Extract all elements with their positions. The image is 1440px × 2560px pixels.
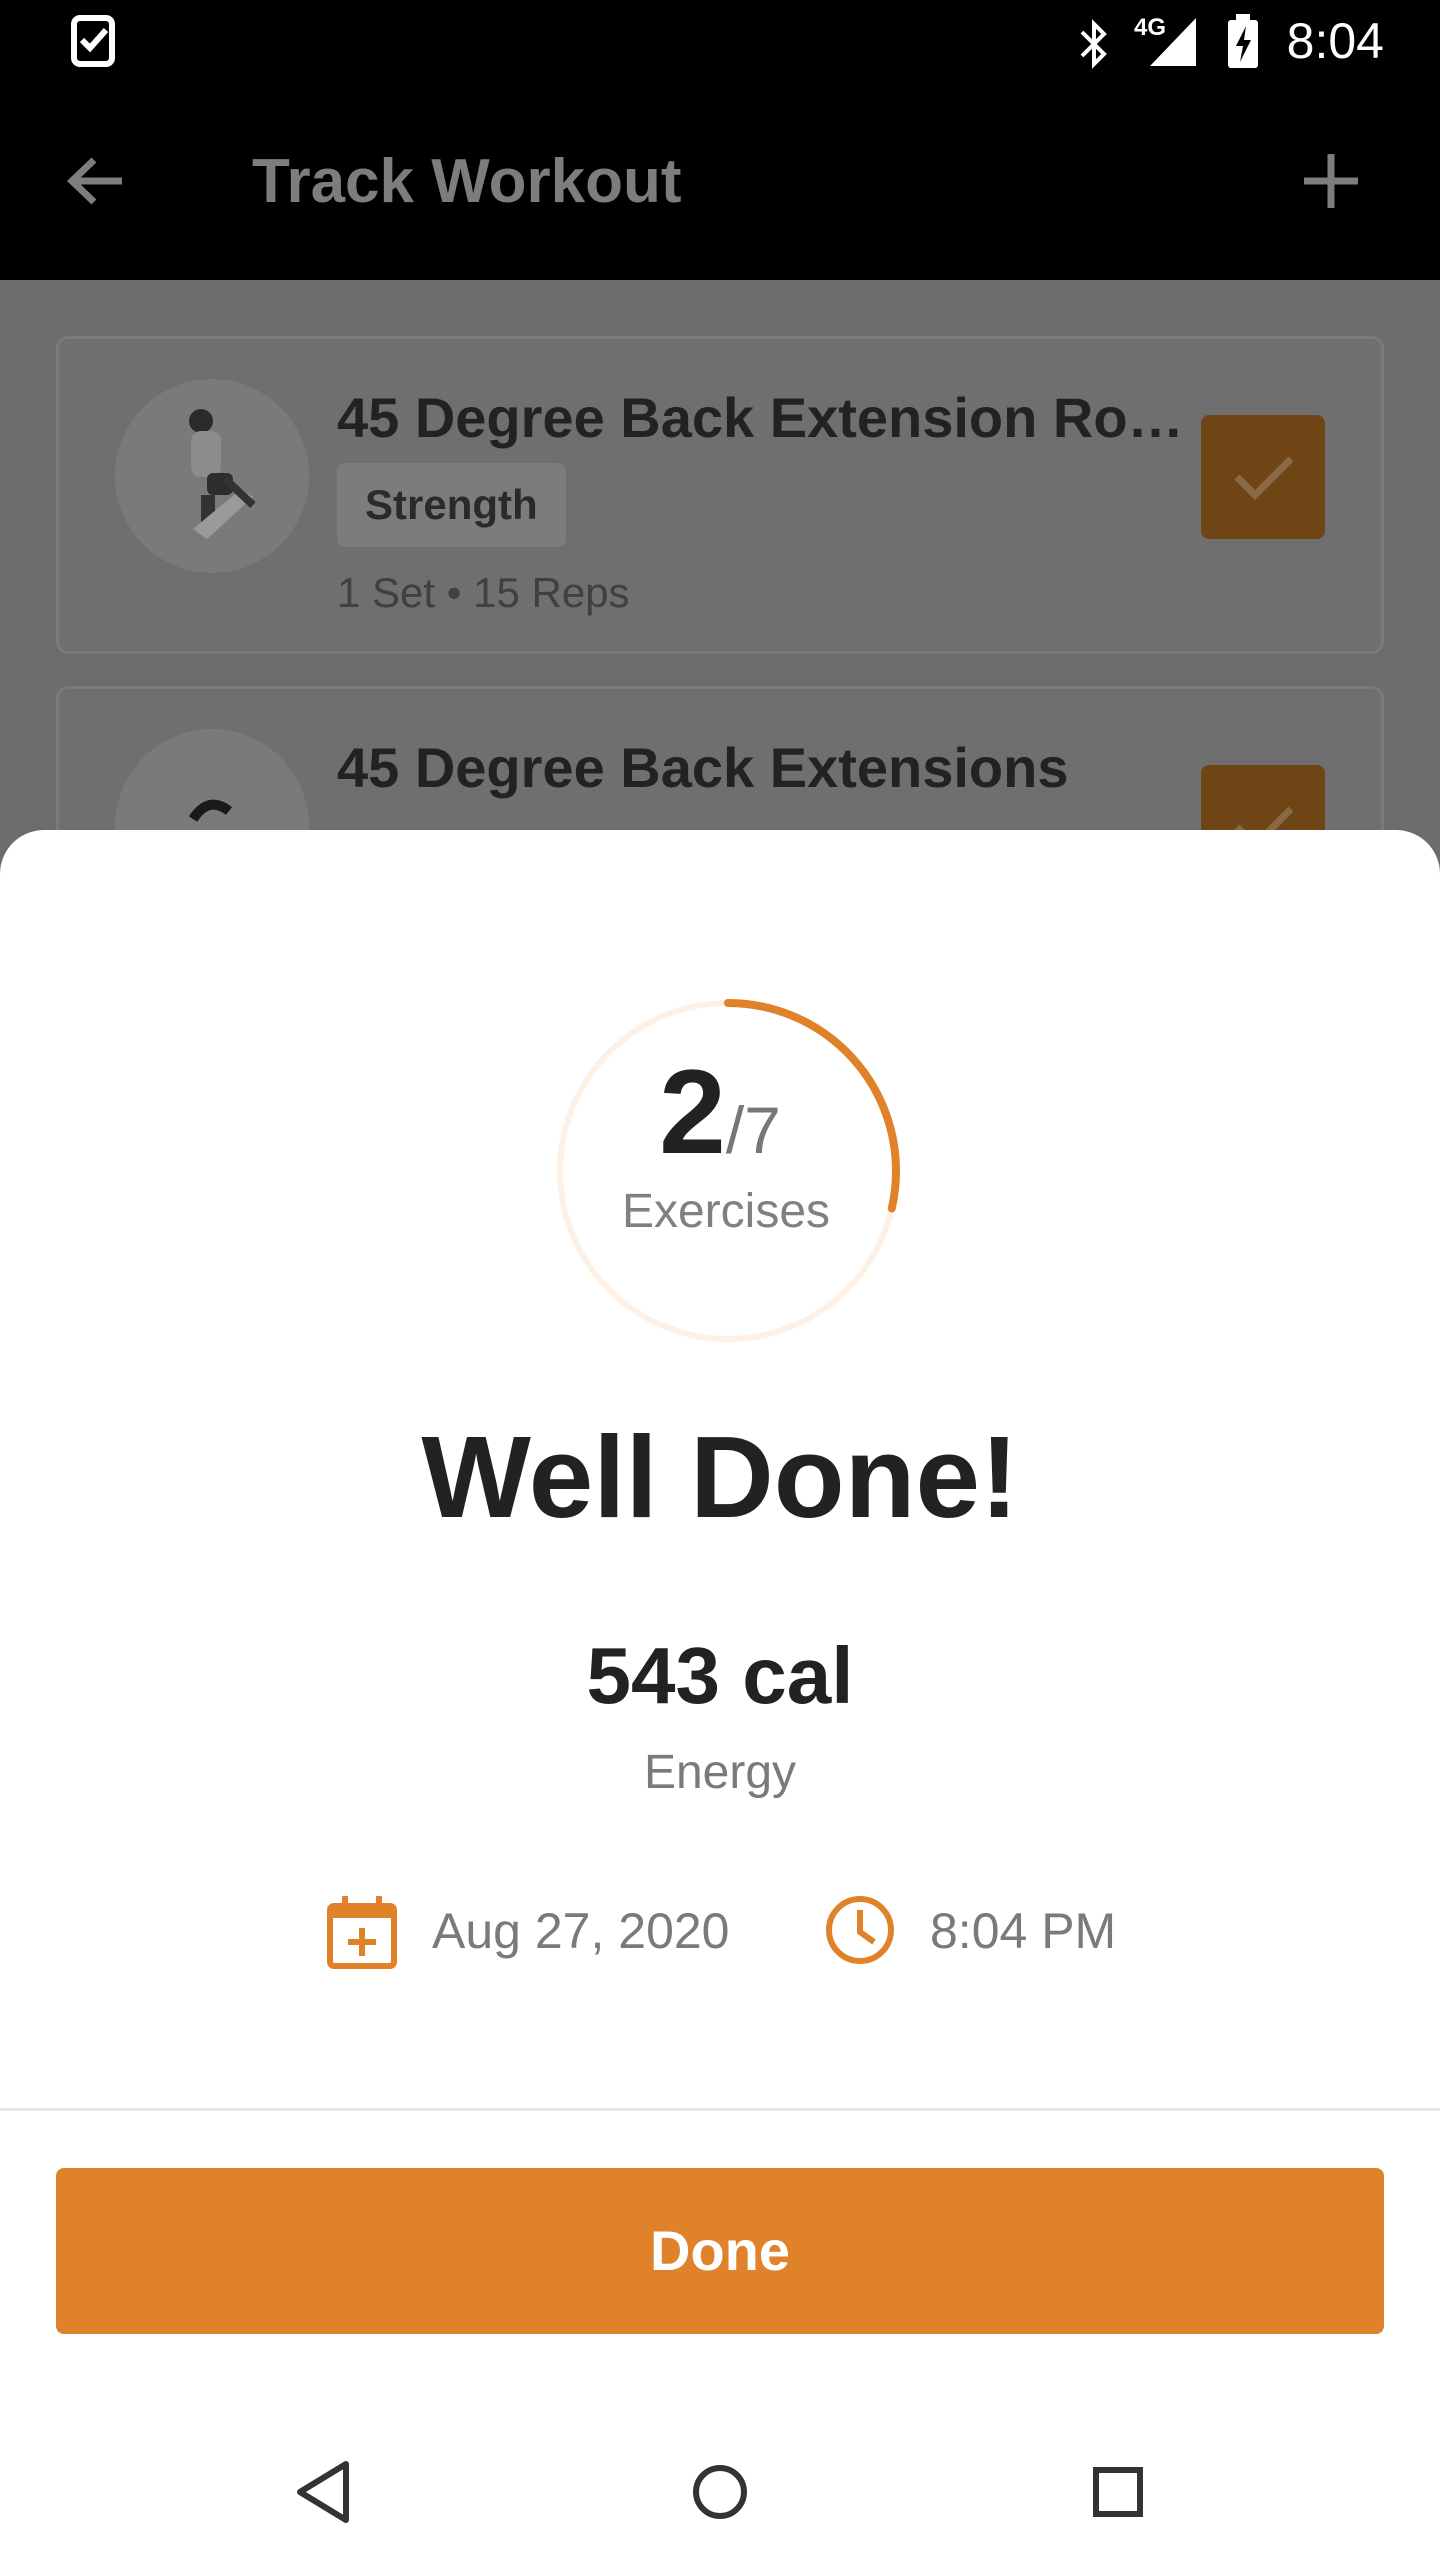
- status-bar: 4G 8:04: [0, 0, 1440, 84]
- workout-time: 8:04 PM: [930, 1903, 1117, 1959]
- status-time: 8:04: [1286, 13, 1384, 69]
- page-title: Track Workout: [252, 147, 682, 216]
- exercises-label: Exercises: [621, 1185, 831, 1238]
- exercise-thumbnail: [115, 379, 309, 573]
- app-toolbar: Track Workout: [0, 84, 1440, 280]
- energy-label: Energy: [643, 1746, 797, 1799]
- arrow-back-icon[interactable]: [62, 146, 132, 216]
- headline: Well Done!: [421, 1412, 1019, 1542]
- workout-summary-sheet: 2/7 Exercises Well Done! 543 cal Energy …: [0, 830, 1440, 2560]
- divider: [0, 2108, 1440, 2111]
- bluetooth-icon: [1080, 19, 1107, 69]
- triangle-back-icon[interactable]: [276, 2444, 372, 2540]
- plus-icon[interactable]: [1296, 146, 1366, 216]
- check-icon: [1234, 456, 1294, 500]
- square-recents-icon[interactable]: [1070, 2444, 1166, 2540]
- exercise-name: 45 Degree Back Extension Ro…: [337, 386, 1184, 449]
- exercise-count: 2/7: [0, 1052, 1440, 1172]
- exercise-figure-image: [189, 409, 256, 539]
- task-check-icon: [71, 15, 115, 67]
- exercise-card[interactable]: 45 Degree Back Extension Ro… Strength 1 …: [56, 336, 1384, 654]
- completed-checkbox[interactable]: [1201, 415, 1325, 539]
- completed-count: 2: [659, 1045, 726, 1179]
- system-nav-bar: [0, 2420, 1440, 2560]
- exercise-detail: 1 Set • 15 Reps: [337, 569, 630, 616]
- calendar-add-icon: [327, 1896, 397, 1969]
- exercise-category-tag: Strength: [337, 463, 566, 547]
- total-count: /7: [725, 1093, 781, 1167]
- battery-charging-icon: [1228, 14, 1258, 68]
- exercise-name: 45 Degree Back Extensions: [337, 736, 1069, 799]
- clock-icon: [826, 1896, 894, 1964]
- circle-home-icon[interactable]: [672, 2444, 768, 2540]
- signal-icon: [1150, 18, 1196, 66]
- energy-value: 543 cal: [586, 1631, 854, 1720]
- exercise-list: 45 Degree Back Extension Ro… Strength 1 …: [0, 280, 1440, 1004]
- workout-date: Aug 27, 2020: [432, 1903, 730, 1959]
- done-button[interactable]: Done: [56, 2168, 1384, 2334]
